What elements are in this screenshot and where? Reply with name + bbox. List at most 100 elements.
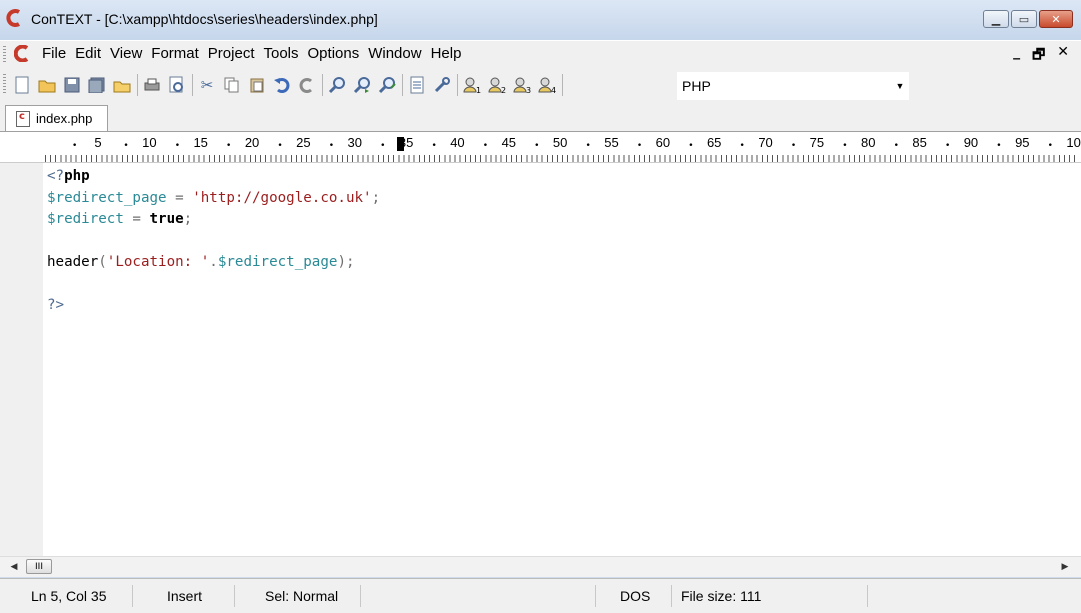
minimize-button[interactable]: ▁: [983, 10, 1009, 28]
status-bar: Ln 5, Col 35 Insert Sel: Normal DOS File…: [0, 578, 1081, 613]
ruler-label: 25: [296, 135, 311, 150]
user-exec-3-icon[interactable]: 3: [512, 75, 532, 95]
ruler-dot: •: [123, 141, 129, 151]
ruler: 5 • 10 • 15 • 20 • 25 • 30 • 35 • 40 • 45 • 50 • 55 • 60 • 65 • 70…: [0, 132, 1081, 163]
tools-icon[interactable]: [432, 75, 452, 95]
document-restore-button[interactable]: 🗗: [1032, 44, 1045, 68]
code-line[interactable]: ?>: [47, 295, 380, 317]
chevron-down-icon[interactable]: ▼: [892, 81, 908, 91]
menu-grip[interactable]: [3, 46, 6, 62]
horizontal-scrollbar[interactable]: ◀ III ▶: [0, 556, 1081, 577]
code-token: ;: [371, 189, 381, 206]
code-token: =: [166, 189, 193, 206]
undo-icon[interactable]: [272, 75, 292, 95]
ruler-label: 90: [963, 135, 979, 150]
code-token: header: [47, 254, 99, 270]
code-token: 'Location: ': [106, 254, 210, 270]
tab-index-php[interactable]: index.php: [5, 105, 108, 131]
copy-icon[interactable]: [222, 75, 242, 95]
ruler-dot: •: [739, 141, 745, 151]
menu-edit[interactable]: Edit: [75, 45, 101, 62]
document-close-button[interactable]: ✕: [1057, 44, 1069, 68]
ruler-dot: •: [790, 141, 797, 151]
new-file-icon[interactable]: [12, 75, 32, 95]
code-line[interactable]: [47, 231, 380, 253]
code-line[interactable]: [47, 274, 380, 296]
menu-window[interactable]: Window: [368, 45, 421, 62]
code-token: =: [123, 211, 150, 227]
save-all-icon[interactable]: [87, 75, 107, 95]
code-line[interactable]: $redirect_page = 'http://google.co.uk';: [47, 188, 380, 210]
ruler-label: 55: [604, 135, 619, 150]
status-position: Ln 5, Col 35: [0, 585, 133, 607]
ruler-label: 35: [398, 135, 414, 150]
menu-view[interactable]: View: [110, 45, 142, 62]
code-token: .: [209, 254, 218, 270]
menu-options[interactable]: Options: [308, 45, 360, 62]
ruler-dot: •: [1047, 141, 1053, 151]
code-line[interactable]: header('Location: '.$redirect_page);: [47, 252, 380, 274]
user-exec-4-icon[interactable]: 4: [537, 75, 557, 95]
ruler-ticks: [45, 155, 1075, 162]
code-line[interactable]: <?php: [47, 166, 380, 188]
highlighter-select[interactable]: PHP ▼: [677, 72, 909, 100]
menu-format[interactable]: Format: [151, 45, 199, 62]
code-area[interactable]: <?php $redirect_page = 'http://google.co.…: [47, 166, 380, 317]
title-bar: ConTEXT - [C:\xampp\htdocs\series\header…: [0, 0, 1081, 40]
editor-gutter[interactable]: [0, 163, 43, 556]
ruler-label: 70: [758, 135, 773, 150]
save-icon[interactable]: [62, 75, 82, 95]
open-file-icon[interactable]: [37, 75, 57, 95]
menu-tools[interactable]: Tools: [263, 45, 298, 62]
svg-text:4: 4: [551, 86, 556, 94]
scroll-thumb[interactable]: III: [26, 559, 52, 574]
find-icon[interactable]: [327, 75, 347, 95]
code-line[interactable]: $redirect = true;: [47, 209, 380, 231]
ruler-label: 50: [552, 135, 568, 150]
document-window-controls: _ 🗗 ✕: [1001, 44, 1069, 68]
document-minimize-button[interactable]: _: [1013, 44, 1020, 68]
user-exec-2-icon[interactable]: 2: [487, 75, 507, 95]
cut-icon[interactable]: ✂: [197, 75, 217, 95]
context-app-icon[interactable]: [6, 9, 22, 27]
replace-icon[interactable]: [377, 75, 397, 95]
file-compare-icon[interactable]: [407, 75, 427, 95]
document-system-menu-icon[interactable]: [14, 45, 30, 62]
editor[interactable]: <?php $redirect_page = 'http://google.co.…: [0, 163, 1081, 556]
status-extra-panel: [868, 585, 1081, 607]
code-token: 'http://google.co.uk': [192, 189, 372, 206]
redo-icon[interactable]: [297, 75, 317, 95]
open-folder-icon[interactable]: [112, 75, 132, 95]
maximize-button[interactable]: ▭: [1011, 10, 1037, 28]
ruler-label: 20: [244, 135, 260, 150]
toolbar-grip[interactable]: [3, 74, 6, 94]
code-token: $redirect: [47, 211, 124, 227]
print-icon[interactable]: [142, 75, 162, 95]
menu-help[interactable]: Help: [431, 45, 462, 62]
ruler-dot: •: [636, 141, 643, 151]
ruler-label: 80: [861, 135, 876, 150]
ruler-dot: •: [996, 141, 1002, 151]
user-exec-1-icon[interactable]: 1: [462, 75, 482, 95]
status-mode: Insert: [133, 585, 235, 607]
print-preview-icon[interactable]: [167, 75, 187, 95]
scroll-right-arrow-icon[interactable]: ▶: [1057, 559, 1073, 575]
code-token: ;: [183, 211, 193, 227]
menu-file[interactable]: File: [42, 45, 66, 62]
paste-icon[interactable]: [247, 75, 267, 95]
ruler-dot: •: [328, 141, 335, 151]
ruler-dot: •: [944, 141, 951, 151]
scroll-left-arrow-icon[interactable]: ◀: [6, 559, 22, 575]
ruler-label: 5: [94, 135, 102, 150]
ruler-label: 65: [706, 135, 722, 150]
toolbar-separator: [137, 74, 138, 96]
menu-project[interactable]: Project: [208, 45, 255, 62]
ruler-dot: •: [226, 141, 232, 151]
ruler-dot: •: [380, 141, 386, 151]
ruler-dot: •: [842, 141, 848, 151]
close-button[interactable]: ✕: [1039, 10, 1073, 28]
find-next-icon[interactable]: [352, 75, 372, 95]
toolbar-separator: [457, 74, 458, 96]
status-file-size: File size: 111: [672, 585, 868, 607]
ruler-dot: •: [893, 141, 899, 151]
